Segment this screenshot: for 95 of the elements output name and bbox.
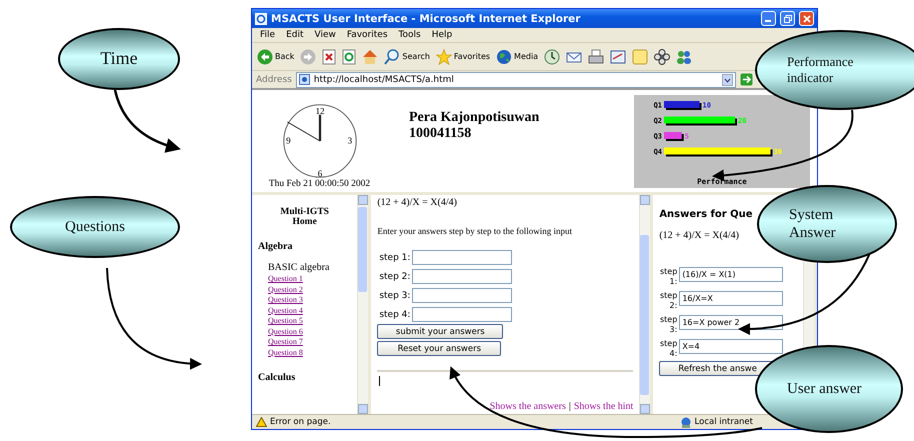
go-icon[interactable] — [740, 73, 753, 86]
refresh-icon — [342, 48, 356, 64]
question-link[interactable]: Question 8 — [268, 348, 352, 358]
status-message: Error on page. — [270, 417, 331, 427]
question-link[interactable]: Question 6 — [268, 326, 352, 337]
printer-icon — [588, 48, 604, 64]
restore-button[interactable] — [780, 11, 795, 26]
step-label: step 1: — [379, 252, 410, 262]
toolbar-button[interactable]: Favorites — [434, 48, 492, 64]
menu-item[interactable]: Tools — [398, 30, 421, 40]
step-input[interactable] — [412, 250, 512, 265]
star-icon — [436, 48, 452, 64]
scrollbar[interactable] — [357, 195, 368, 414]
step-label: step 2: — [659, 291, 678, 311]
step-input[interactable] — [412, 307, 512, 322]
answer-field[interactable]: X=4 — [679, 339, 784, 354]
reset-button[interactable]: Reset your answers — [377, 341, 502, 356]
callout-tooltip: Questions — [10, 196, 180, 258]
hint-link[interactable]: Shows the hint — [574, 401, 634, 412]
toolbar-button[interactable]: Back — [256, 48, 296, 64]
scrollbar[interactable] — [639, 195, 650, 414]
dropdown-icon[interactable] — [722, 74, 733, 86]
window-title: MSACTS User Interface - Microsoft Internet Explorer — [271, 12, 582, 24]
site-title: Multi-IGTS Home — [279, 207, 330, 227]
text-cursor — [379, 376, 380, 386]
answer-field[interactable]: (16)/X = X(1) — [679, 267, 784, 282]
question-link[interactable]: Question 7 — [268, 337, 352, 348]
menu-item[interactable]: File — [260, 30, 276, 40]
step-label: step 1: — [659, 267, 678, 287]
step-label: step 4: — [659, 339, 678, 359]
menu-item[interactable]: Help — [432, 30, 452, 40]
question-equation: (12 + 4)/X = X(4/4) — [377, 197, 458, 208]
back-icon — [257, 48, 273, 64]
home-icon — [362, 48, 378, 64]
step-label: step 3: — [659, 315, 678, 335]
answers-link[interactable]: Shows the answers — [490, 401, 566, 412]
close-icon — [802, 14, 810, 22]
network-icon — [680, 416, 692, 428]
note-icon — [632, 48, 648, 64]
globe-icon — [496, 48, 512, 64]
clock-number: 6 — [317, 168, 322, 178]
callout-arrow — [114, 90, 181, 152]
flower-icon — [654, 48, 670, 64]
toolbar-button[interactable] — [543, 48, 562, 64]
forward-icon — [300, 48, 316, 64]
section-heading: Calculus — [258, 372, 296, 383]
people-icon — [676, 48, 692, 64]
toolbar-button[interactable]: Media — [495, 48, 540, 64]
history-icon — [544, 48, 560, 64]
minimize-button[interactable] — [761, 11, 776, 26]
answer-field[interactable]: 16/X=X — [679, 291, 784, 306]
student-name: Pera Kajonpotisuwan — [409, 110, 540, 126]
address-field[interactable]: http://localhost/MSACTS/a.html — [296, 72, 736, 88]
toolbar-button[interactable] — [653, 48, 672, 64]
menu-item[interactable]: Favorites — [346, 30, 388, 40]
search-icon — [384, 48, 400, 64]
browser-icon — [255, 12, 267, 24]
menu-item[interactable]: Edit — [286, 30, 304, 40]
address-label: Address — [256, 74, 292, 84]
submit-button[interactable]: submit your answers — [377, 324, 504, 339]
clock-number: 3 — [347, 136, 352, 146]
toolbar-button[interactable]: Search — [383, 48, 431, 64]
subsection-heading: BASIC algebra — [268, 262, 330, 273]
section-heading: Algebra — [258, 241, 294, 252]
step-input[interactable] — [412, 269, 512, 284]
link-separator: | — [568, 401, 571, 412]
stop-icon — [322, 48, 336, 64]
step-input[interactable] — [412, 288, 512, 303]
callout-tooltip: User answer — [755, 345, 903, 433]
step-label: step 4: — [379, 310, 410, 320]
instruction-text: Enter your answers step by step to the following input — [377, 226, 574, 236]
close-button[interactable] — [799, 11, 814, 26]
question-link[interactable]: Question 5 — [268, 316, 352, 326]
clock-number: 12 — [314, 106, 324, 116]
callout-tooltip: Time — [58, 28, 180, 90]
question-link[interactable]: Question 3 — [268, 295, 352, 306]
clock-number: 9 — [286, 136, 290, 146]
date-time: Thu Feb 21 00:00:50 2002 — [268, 179, 370, 189]
answer-field[interactable]: 16=X power 2 — [679, 315, 784, 330]
question-link[interactable]: Question 4 — [268, 306, 352, 316]
toolbar-button[interactable] — [609, 48, 628, 64]
page-icon — [298, 74, 310, 85]
menu-item[interactable]: View — [314, 30, 336, 40]
step-label: step 3: — [379, 290, 410, 300]
url-text: http://localhost/MSACTS/a.html — [314, 74, 455, 84]
toolbar-button[interactable] — [587, 48, 606, 64]
question-link[interactable]: Question 2 — [268, 284, 352, 295]
question-link[interactable]: Question 1 — [268, 274, 352, 284]
edit-icon — [610, 48, 626, 64]
warning-icon — [256, 417, 267, 427]
zone-text: Local intranet — [694, 417, 753, 427]
toolbar-button[interactable] — [321, 48, 338, 64]
restore-icon — [784, 14, 792, 22]
student-id: 100041158 — [409, 126, 472, 142]
step-label: step 2: — [379, 272, 410, 282]
